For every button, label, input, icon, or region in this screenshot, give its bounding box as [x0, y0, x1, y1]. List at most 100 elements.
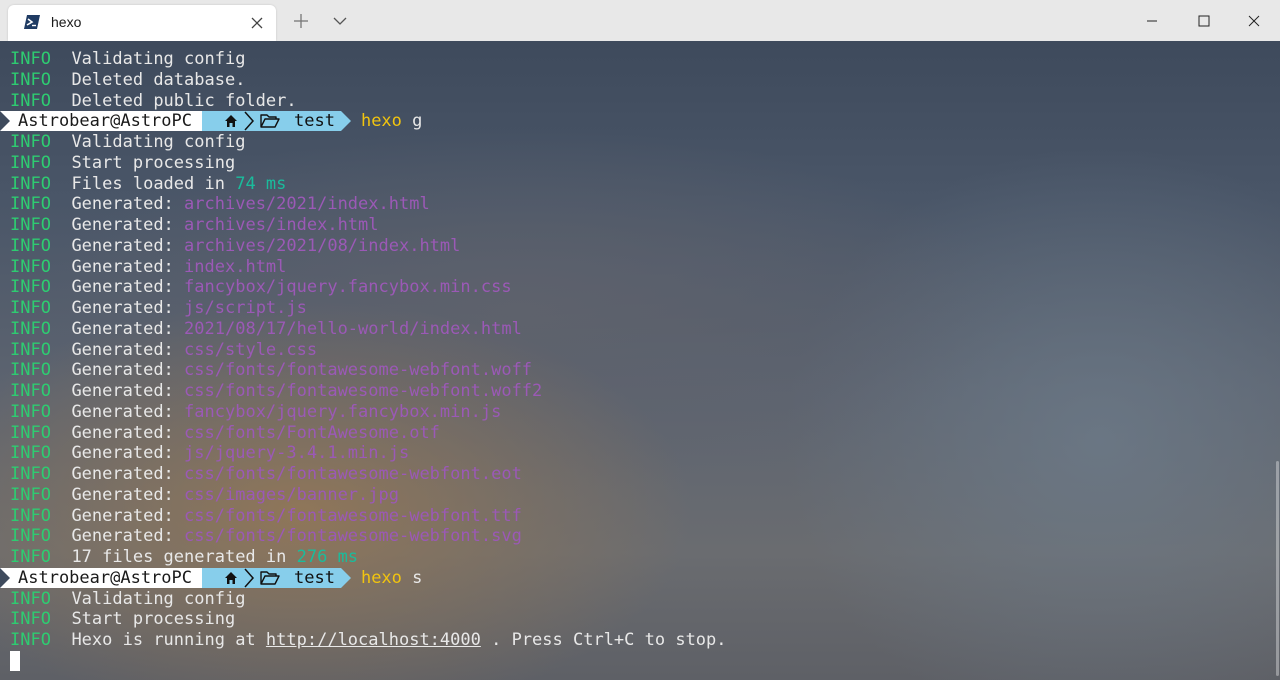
generated-label: Generated:	[71, 401, 174, 422]
prompt-folder: test	[294, 111, 335, 132]
output-line: INFO Generated: fancybox/jquery.fancybox…	[10, 277, 727, 298]
info-tag: INFO	[10, 422, 51, 443]
tab-title: hexo	[51, 14, 82, 30]
output-line: INFO Generated: css/images/banner.jpg	[10, 485, 727, 506]
prompt-path: test	[202, 567, 351, 588]
generated-path: archives/index.html	[184, 215, 379, 235]
output-text: Hexo is running at	[71, 630, 256, 650]
info-tag: INFO	[10, 256, 51, 277]
server-url-link[interactable]: http://localhost:4000	[266, 630, 481, 650]
generated-label: Generated:	[71, 505, 174, 526]
info-tag: INFO	[10, 526, 51, 547]
output-line: INFO Generated: css/fonts/fontawesome-we…	[10, 360, 727, 381]
generated-label: Generated:	[71, 360, 174, 381]
generated-path: css/fonts/fontawesome-webfont.ttf	[184, 505, 522, 526]
command-name: hexo	[360, 567, 402, 588]
chevron-down-icon[interactable]	[331, 14, 349, 28]
info-tag: INFO	[10, 609, 51, 630]
generated-label: Generated:	[71, 381, 174, 401]
output-line: INFO Generated: css/style.css	[10, 340, 727, 361]
generated-label: Generated:	[71, 526, 174, 547]
info-tag: INFO	[10, 235, 51, 256]
output-line: INFO Deleted database.	[10, 70, 727, 91]
generated-label: Generated:	[71, 484, 174, 505]
output-line: INFO Generated: fancybox/jquery.fancybox…	[10, 402, 727, 423]
output-text: Deleted database.	[71, 69, 246, 90]
info-tag: INFO	[10, 401, 51, 422]
plus-icon[interactable]	[292, 12, 310, 30]
timing-value: 276 ms	[296, 547, 359, 567]
output-text: Files loaded in	[71, 173, 225, 194]
output-line: INFO 17 files generated in 276 ms	[10, 547, 727, 568]
output-text: Validating config	[71, 132, 246, 152]
output-text: Start processing	[71, 152, 236, 173]
command-name: hexo	[360, 111, 402, 132]
generated-path: css/images/banner.jpg	[184, 484, 399, 505]
maximize-icon[interactable]	[1178, 0, 1230, 41]
output-text: Start processing	[71, 609, 236, 630]
folder-open-icon	[260, 571, 280, 585]
timing-value: 74 ms	[235, 173, 287, 194]
generated-label: Generated:	[71, 194, 174, 215]
output-line: INFO Generated: archives/2021/index.html	[10, 194, 727, 215]
output-line: INFO Generated: 2021/08/17/hello-world/i…	[10, 319, 727, 340]
output-line: INFO Generated: css/fonts/FontAwesome.ot…	[10, 423, 727, 444]
generated-path: css/style.css	[184, 339, 318, 360]
output-line: INFO Generated: css/fonts/fontawesome-we…	[10, 381, 727, 402]
generated-path: fancybox/jquery.fancybox.min.js	[184, 401, 502, 422]
tab-hexo[interactable]: hexo	[8, 5, 276, 41]
generated-label: Generated:	[71, 256, 174, 277]
output-text: Validating config	[71, 588, 246, 609]
folder-open-icon	[260, 114, 280, 128]
home-icon	[225, 571, 237, 584]
close-icon[interactable]	[248, 14, 266, 32]
output-line: INFO Validating config	[10, 132, 727, 153]
output-text: Deleted public folder.	[71, 90, 297, 111]
generated-path: 2021/08/17/hello-world/index.html	[184, 318, 522, 339]
chevron-right-icon	[244, 111, 255, 131]
generated-path: css/fonts/fontawesome-webfont.eot	[184, 464, 522, 484]
terminal-pane[interactable]: INFO Validating config INFO Deleted datab…	[0, 41, 1280, 680]
generated-label: Generated:	[71, 443, 174, 464]
cursor	[10, 650, 20, 671]
output-line: INFO Generated: css/fonts/fontawesome-we…	[10, 464, 727, 485]
output-line: INFO Hexo is running at http://localhost…	[10, 630, 727, 651]
output-line: INFO Generated: archives/index.html	[10, 215, 727, 236]
info-tag: INFO	[10, 152, 51, 173]
generated-label: Generated:	[71, 235, 174, 256]
powershell-icon	[24, 15, 40, 29]
output-line: INFO Generated: archives/2021/08/index.h…	[10, 236, 727, 257]
generated-path: css/fonts/fontawesome-webfont.woff2	[184, 381, 543, 401]
info-tag: INFO	[10, 215, 51, 235]
command-arg: g	[412, 111, 423, 132]
info-tag: INFO	[10, 588, 51, 609]
cursor-line	[10, 650, 727, 672]
command-arg: s	[412, 567, 423, 588]
minimize-icon[interactable]	[1126, 0, 1178, 41]
window-close-icon[interactable]	[1228, 0, 1280, 41]
generated-path: archives/2021/index.html	[184, 194, 430, 215]
info-tag: INFO	[10, 360, 51, 381]
generated-path: css/fonts/FontAwesome.otf	[184, 422, 440, 443]
generated-path: fancybox/jquery.fancybox.min.css	[184, 277, 512, 298]
info-tag: INFO	[10, 194, 51, 215]
info-tag: INFO	[10, 464, 51, 484]
output-line: INFO Validating config	[10, 49, 727, 70]
scrollbar[interactable]	[1276, 461, 1279, 676]
prompt-folder: test	[294, 567, 335, 588]
output-line: INFO Files loaded in 74 ms	[10, 174, 727, 195]
output-tail: . Press Ctrl+C to stop.	[491, 630, 727, 650]
info-tag: INFO	[10, 277, 51, 298]
info-tag: INFO	[10, 298, 51, 318]
prompt-user-host: Astrobear@AstroPC	[0, 111, 212, 132]
output-line: INFO Generated: index.html	[10, 257, 727, 278]
info-tag: INFO	[10, 547, 51, 567]
prompt-line: Astrobear@AstroPC test hexo s	[0, 567, 727, 589]
output-line: INFO Start processing	[10, 153, 727, 174]
output-text: 17 files generated in	[71, 547, 287, 567]
title-bar: hexo	[0, 0, 1280, 42]
generated-path: index.html	[184, 256, 287, 277]
info-tag: INFO	[10, 173, 51, 194]
info-tag: INFO	[10, 443, 51, 464]
chevron-right-icon	[244, 568, 255, 588]
